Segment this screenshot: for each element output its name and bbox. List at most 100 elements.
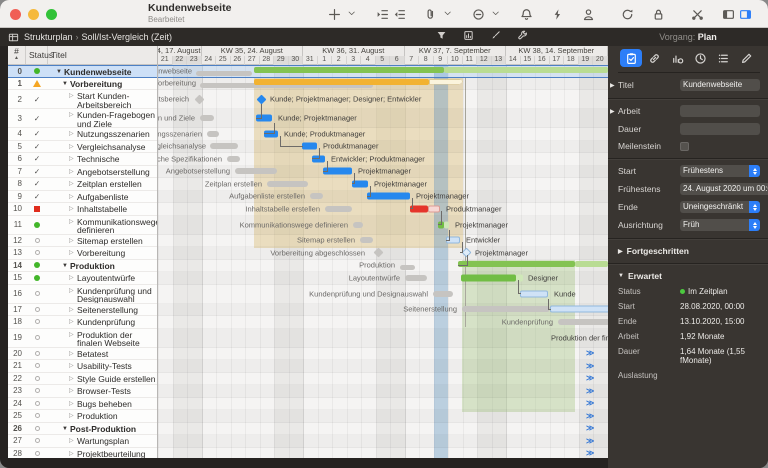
task-bar[interactable] bbox=[520, 290, 548, 297]
minimize-window-icon[interactable] bbox=[28, 9, 39, 20]
expand-icon[interactable]: ▷ bbox=[69, 286, 77, 296]
table-row[interactable]: 3✓▷Kunden-Fragebogen und Ziele bbox=[8, 109, 157, 128]
table-row[interactable]: 23▷Browser-Tests bbox=[8, 385, 157, 398]
table-row[interactable]: 28▷Projektbeurteilung bbox=[8, 448, 157, 459]
baseline-bar[interactable] bbox=[267, 181, 308, 187]
gantt-row[interactable]: ≫ bbox=[158, 360, 608, 373]
task-bar[interactable] bbox=[302, 143, 317, 150]
view-grid-icon[interactable] bbox=[8, 32, 19, 43]
gantt-row[interactable]: Technische SpezifikationenEntwickler; Pr… bbox=[158, 153, 608, 166]
table-row[interactable]: 2✓▷Start Kunden-Arbeitsbereich bbox=[8, 90, 157, 109]
attach-icon[interactable] bbox=[422, 4, 439, 24]
table-row[interactable]: 21▷Usability-Tests bbox=[8, 360, 157, 373]
attach-chevron-icon[interactable] bbox=[439, 4, 456, 24]
table-row[interactable]: 6✓▷Technische Spezifikationen bbox=[8, 153, 157, 166]
baseline-bar[interactable] bbox=[462, 306, 550, 312]
table-row[interactable]: 13▷Vorbereitung abgeschlossen bbox=[8, 247, 157, 260]
gantt-row[interactable]: Sitemap erstellenEntwickler bbox=[158, 235, 608, 248]
brush-icon[interactable] bbox=[490, 28, 501, 46]
add-icon[interactable] bbox=[326, 4, 343, 24]
dauer-input[interactable] bbox=[680, 123, 760, 135]
gantt-row[interactable]: Zeitplan erstellenProjektmanager bbox=[158, 178, 608, 191]
task-bar[interactable] bbox=[550, 306, 608, 313]
add-chevron-icon[interactable] bbox=[343, 4, 360, 24]
filter-icon[interactable] bbox=[436, 28, 447, 46]
gantt-row[interactable]: Inhaltstabelle erstellenProduktmanager bbox=[158, 203, 608, 216]
ausrichtung-select[interactable]: Früh bbox=[680, 219, 760, 231]
bar-offscreen-indicator[interactable]: ≫ bbox=[586, 399, 594, 408]
baseline-bar[interactable] bbox=[210, 143, 238, 149]
arbeit-input[interactable] bbox=[680, 105, 760, 117]
collapse-icon[interactable]: ▼ bbox=[62, 79, 70, 89]
section-fortgeschritten[interactable]: ▶Fortgeschritten bbox=[618, 246, 760, 256]
expand-icon[interactable]: ▷ bbox=[69, 91, 77, 101]
table-row[interactable]: 24▷Bugs beheben bbox=[8, 398, 157, 411]
gantt-row[interactable]: ≫ bbox=[158, 385, 608, 398]
status-icon[interactable] bbox=[470, 4, 487, 24]
tab-task[interactable] bbox=[620, 49, 642, 67]
milestone-diamond[interactable] bbox=[374, 248, 384, 258]
baseline-bar[interactable] bbox=[400, 265, 415, 270]
gantt-row[interactable]: Kundenwebseite bbox=[158, 65, 608, 78]
task-bar[interactable] bbox=[444, 221, 449, 228]
start-select[interactable]: Frühestens bbox=[680, 165, 760, 177]
tab-links[interactable] bbox=[643, 49, 665, 67]
expand-icon[interactable]: ▷ bbox=[69, 217, 77, 227]
gantt-row[interactable]: Produktion der finalen Webseite bbox=[158, 329, 608, 348]
gantt-row[interactable]: ≫ bbox=[158, 448, 608, 459]
table-row[interactable]: 7✓▷Angebotserstellung bbox=[8, 166, 157, 179]
baseline-bar[interactable] bbox=[196, 71, 252, 76]
expand-icon[interactable]: ▷ bbox=[69, 330, 77, 340]
table-row[interactable]: 27▷Wartungsplan festlegen bbox=[8, 435, 157, 448]
wrench-icon[interactable] bbox=[517, 28, 528, 46]
gantt-row[interactable]: ≫ bbox=[158, 348, 608, 361]
task-bar[interactable] bbox=[254, 79, 429, 85]
bar-offscreen-indicator[interactable]: ≫ bbox=[586, 449, 594, 458]
expand-icon[interactable]: ▷ bbox=[69, 399, 77, 409]
expand-icon[interactable]: ▷ bbox=[69, 436, 77, 446]
lock-icon[interactable] bbox=[650, 4, 667, 24]
table-row[interactable]: 8✓▷Zeitplan erstellen bbox=[8, 178, 157, 191]
task-bar[interactable] bbox=[254, 67, 444, 73]
section-erwartet[interactable]: ▼Erwartet bbox=[618, 271, 760, 281]
resources-person-icon[interactable] bbox=[580, 4, 597, 24]
breadcrumb-subview[interactable]: Soll/Ist-Vergleich (Zeit) bbox=[82, 32, 173, 42]
expand-icon[interactable]: ▷ bbox=[69, 142, 77, 152]
expand-icon[interactable]: ▷ bbox=[69, 204, 77, 214]
expand-icon[interactable]: ▷ bbox=[69, 248, 77, 258]
table-row[interactable]: 25▷Produktion abgeschlossen bbox=[8, 410, 157, 423]
titel-input[interactable]: Kundenwebseite bbox=[680, 79, 760, 91]
baseline-bar[interactable] bbox=[310, 193, 323, 199]
expand-icon[interactable]: ▷ bbox=[69, 317, 77, 327]
disclosure-icon[interactable]: ▶ bbox=[610, 82, 615, 89]
collapse-icon[interactable]: ▼ bbox=[56, 67, 64, 77]
bar-offscreen-indicator[interactable]: ≫ bbox=[586, 386, 594, 395]
meilenstein-checkbox[interactable] bbox=[680, 142, 689, 151]
gantt-row[interactable]: Aufgabenliste erstellenProjektmanager bbox=[158, 191, 608, 204]
gantt-row[interactable]: ≫ bbox=[158, 423, 608, 436]
report-icon[interactable] bbox=[463, 28, 474, 46]
gantt-row[interactable]: AngebotserstellungProjektmanager bbox=[158, 166, 608, 179]
close-window-icon[interactable] bbox=[10, 9, 21, 20]
gantt-row[interactable]: Kundenprüfung und DesignauswahlKunde bbox=[158, 285, 608, 304]
gantt-row[interactable]: Kommunikationswege definierenProjektmana… bbox=[158, 216, 608, 235]
expand-icon[interactable]: ▷ bbox=[69, 374, 77, 384]
table-row[interactable]: 0▼Kundenwebseite bbox=[8, 65, 157, 78]
expand-icon[interactable]: ▷ bbox=[69, 192, 77, 202]
table-row[interactable]: 12▷Sitemap erstellen bbox=[8, 235, 157, 248]
baseline-bar[interactable] bbox=[325, 206, 352, 212]
baseline-bar[interactable] bbox=[433, 291, 453, 297]
gantt-row[interactable]: Start Kunden-ArbeitsbereichKunde; Projek… bbox=[158, 90, 608, 109]
milestone-diamond[interactable] bbox=[195, 94, 205, 104]
expand-icon[interactable]: ▷ bbox=[69, 179, 77, 189]
expand-icon[interactable]: ▷ bbox=[69, 386, 77, 396]
task-bar[interactable] bbox=[429, 79, 463, 85]
gantt-row[interactable]: Produktion bbox=[158, 260, 608, 273]
baseline-bar[interactable] bbox=[227, 156, 240, 162]
indent-icon[interactable] bbox=[374, 4, 391, 24]
table-row[interactable]: 1▼Vorbereitung bbox=[8, 78, 157, 91]
table-row[interactable]: 18▷Kundenprüfung bbox=[8, 316, 157, 329]
breadcrumb-view[interactable]: Strukturplan bbox=[24, 32, 73, 42]
milestone-diamond[interactable] bbox=[257, 94, 267, 104]
tools-icon[interactable] bbox=[689, 4, 706, 24]
